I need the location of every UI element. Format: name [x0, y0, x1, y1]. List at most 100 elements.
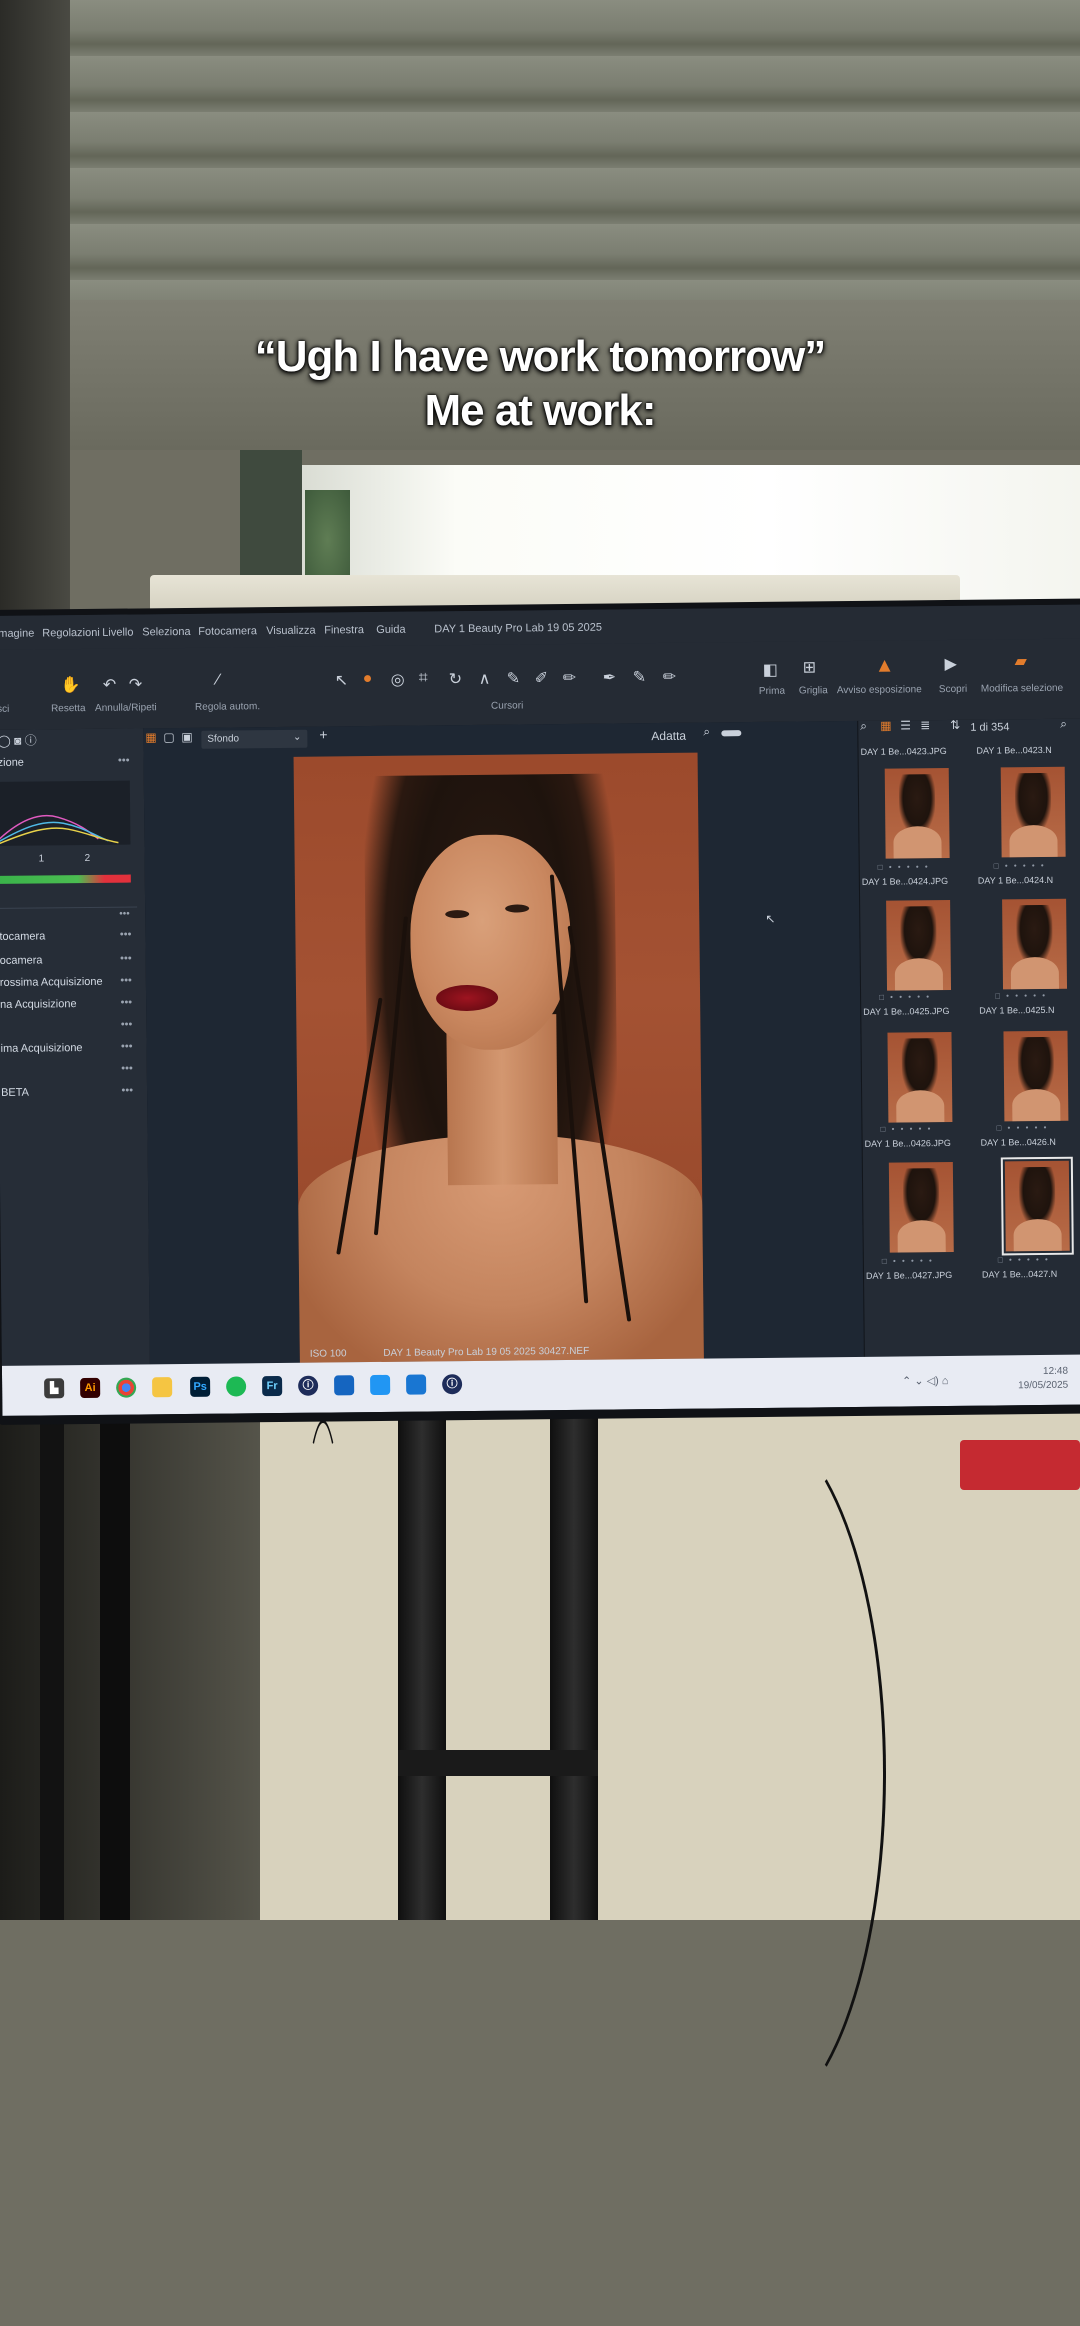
panel-row-blank-2[interactable]: ••• — [0, 1060, 139, 1081]
undo-icon[interactable]: ↶ — [103, 675, 117, 695]
search-icon[interactable]: ⌕ — [1060, 717, 1067, 732]
rating-dots[interactable]: □ • • • • • — [878, 862, 930, 872]
rating-dots[interactable]: □ • • • • • — [996, 1123, 1048, 1133]
thumbnail[interactable] — [884, 767, 950, 859]
annotate-tool-icon[interactable]: ✏ — [663, 667, 677, 687]
panel-row-camera[interactable]: tocamera ••• — [0, 926, 138, 947]
menu-window[interactable]: Finestra — [324, 624, 364, 636]
more-options-icon[interactable]: ••• — [119, 909, 130, 920]
multi-view-icon[interactable]: ▣ — [181, 730, 192, 744]
before-button[interactable]: Prima — [759, 686, 785, 697]
more-options-icon[interactable]: ••• — [121, 1019, 133, 1031]
panel-row-blank[interactable]: ••• — [0, 1016, 138, 1037]
photoshop-icon[interactable]: Ps — [190, 1376, 211, 1397]
file-explorer-icon[interactable]: ▙ — [44, 1378, 65, 1399]
menu-camera[interactable]: Fotocamera — [198, 625, 257, 638]
auto-adjust-label[interactable]: Regola autom. — [195, 701, 260, 713]
rating-dots[interactable]: □ • • • • • — [995, 991, 1047, 1001]
keystone-tool-icon[interactable]: ∧ — [479, 669, 491, 689]
fit-zoom-label[interactable]: Adatta — [651, 729, 686, 743]
search-icon[interactable]: ⌕ — [703, 724, 710, 739]
app-icon[interactable] — [334, 1375, 355, 1396]
system-tray-icons[interactable]: ⌃ ⌄ ◁) ⌂ — [902, 1374, 948, 1387]
rating-dots[interactable]: □ • • • • • — [882, 1256, 934, 1266]
reset-label[interactable]: Resetta — [51, 703, 86, 714]
thumbnail[interactable] — [1003, 1030, 1069, 1122]
redo-icon[interactable]: ↷ — [129, 674, 143, 694]
exposure-warning-button[interactable]: Avviso esposizione — [837, 684, 922, 696]
fresco-icon[interactable]: Fr — [262, 1375, 283, 1397]
eraser-tool-icon[interactable]: ✐ — [535, 668, 549, 688]
more-options-icon[interactable]: ••• — [120, 975, 132, 987]
panel-row-capture[interactable]: na Acquisizione ••• — [0, 994, 138, 1015]
edit-selection-button[interactable]: Modifica selezione — [981, 683, 1063, 695]
discover-button[interactable]: Scopri — [939, 684, 967, 695]
menu-image[interactable]: magine — [0, 628, 34, 640]
single-view-icon[interactable]: ▢ — [163, 730, 174, 744]
edit-selection-icon[interactable]: ▰ — [1014, 651, 1027, 671]
add-icon[interactable]: + — [319, 726, 327, 742]
sort-icon[interactable]: ⇅ — [950, 718, 960, 732]
menu-adjustments[interactable]: Regolazioni — [42, 627, 100, 640]
background-select[interactable]: Sfondo ⌄ — [201, 729, 308, 749]
thumbnail[interactable] — [1002, 898, 1068, 990]
zoom-slider[interactable] — [721, 730, 742, 737]
panel-section-header[interactable]: zione ••• — [0, 752, 136, 773]
rotate-tool-icon[interactable]: ↻ — [449, 669, 463, 689]
crop-tool-icon[interactable]: ⌗ — [419, 669, 428, 687]
panel-row-camera-2[interactable]: ocamera ••• — [0, 950, 138, 971]
filmstrip-icon[interactable]: ≣ — [920, 718, 930, 732]
gallery-icon[interactable] — [406, 1374, 427, 1395]
rating-dots[interactable]: □ • • • • • — [880, 1124, 932, 1134]
brush-tool-icon[interactable]: ✎ — [507, 668, 521, 688]
grid-icon[interactable]: ⊞ — [803, 657, 817, 677]
spotify-icon[interactable] — [226, 1376, 247, 1397]
more-options-icon[interactable]: ••• — [118, 755, 130, 767]
list-view-icon[interactable]: ☰ — [900, 718, 911, 732]
search-icon[interactable]: ⌕ — [860, 719, 867, 734]
magic-wand-icon[interactable]: ⁄ — [217, 672, 220, 690]
panel-row-last-capture[interactable]: ima Acquisizione ••• — [0, 1038, 139, 1059]
thumbnail[interactable] — [886, 899, 952, 991]
menu-help[interactable]: Guida — [376, 624, 405, 636]
rating-dots[interactable]: □ • • • • • — [998, 1255, 1050, 1265]
rating-dots[interactable]: □ • • • • • — [994, 861, 1046, 871]
menu-layer[interactable]: Livello — [102, 626, 133, 638]
menu-select[interactable]: Seleziona — [142, 626, 190, 639]
image-viewer[interactable]: ▦ ▢ ▣ Sfondo ⌄ + Adatta ⌕ ISO 100 DAY 1 … — [143, 720, 864, 1365]
panel-row-next-capture[interactable]: rossima Acquisizione ••• — [0, 972, 138, 993]
folder-icon[interactable] — [152, 1377, 173, 1398]
more-options-icon[interactable]: ••• — [120, 997, 132, 1009]
photos-icon[interactable] — [370, 1374, 391, 1396]
cursor-tool-icon[interactable]: ↖ — [335, 670, 349, 690]
heal-tool-icon[interactable]: ✎ — [633, 667, 647, 687]
clock[interactable]: 12:48 19/05/2025 — [1018, 1365, 1068, 1394]
before-icon[interactable]: ◧ — [763, 660, 778, 680]
grid-button[interactable]: Griglia — [799, 685, 828, 696]
more-options-icon[interactable]: ••• — [120, 929, 132, 941]
discover-icon[interactable]: ▶ — [945, 654, 958, 674]
rating-dots[interactable]: □ • • • • • — [879, 992, 931, 1002]
exposure-warning-icon[interactable]: ▲ — [875, 655, 895, 678]
menu-view[interactable]: Visualizza — [266, 625, 315, 638]
more-options-icon[interactable]: ••• — [121, 1063, 133, 1075]
thumbnail[interactable] — [1000, 766, 1066, 858]
pan-tool-icon[interactable]: ● — [363, 670, 373, 688]
thumbnail[interactable] — [887, 1031, 953, 1123]
thumbnail-grid-icon[interactable]: ▦ — [880, 719, 891, 733]
layout-grid-icon[interactable]: ▦ — [145, 730, 156, 744]
illustrator-icon[interactable]: Ai — [80, 1377, 101, 1399]
chrome-icon[interactable] — [116, 1377, 137, 1398]
gradient-tool-icon[interactable]: ✏ — [563, 668, 577, 688]
more-options-icon[interactable]: ••• — [120, 953, 132, 965]
more-options-icon[interactable]: ••• — [121, 1085, 133, 1097]
capture-one-active-icon[interactable]: ⓘ — [442, 1374, 463, 1395]
panel-tab-icon[interactable]: ◯ ◙ ⓘ — [0, 732, 37, 749]
hand-icon[interactable]: ✋ — [61, 675, 81, 695]
thumbnail[interactable] — [888, 1161, 954, 1253]
undo-redo-label[interactable]: Annulla/Ripeti — [95, 702, 157, 714]
thumbnail-selected[interactable] — [1000, 1156, 1074, 1256]
panel-row-beta[interactable]: BETA ••• — [0, 1082, 139, 1103]
capture-one-icon[interactable]: ⓘ — [298, 1375, 319, 1396]
loupe-tool-icon[interactable]: ◎ — [391, 670, 405, 690]
